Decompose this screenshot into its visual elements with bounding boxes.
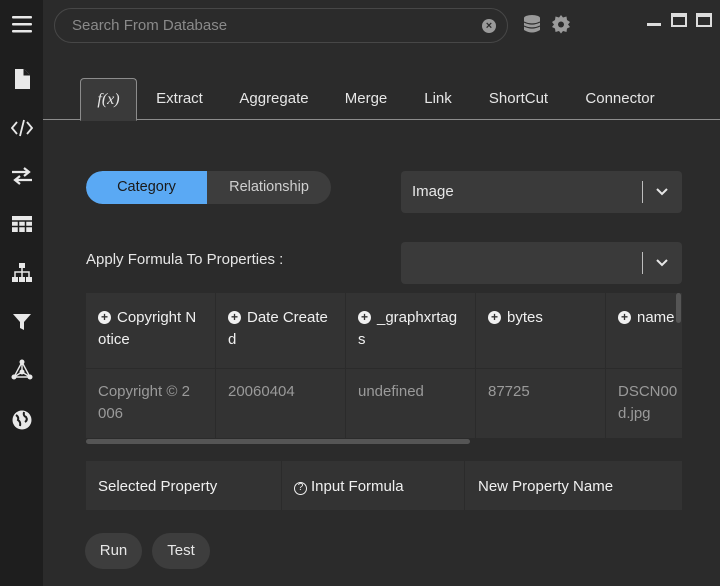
swap-icon[interactable] — [11, 165, 33, 187]
filter-icon[interactable] — [11, 311, 33, 333]
help-icon[interactable]: ? — [294, 482, 307, 495]
column-header[interactable]: + name — [606, 293, 682, 368]
category-relationship-toggle: Category Relationship — [86, 171, 331, 204]
search-input[interactable] — [72, 9, 472, 42]
new-property-name-header: New Property Name — [478, 478, 614, 495]
header-text: Copyright N — [117, 309, 197, 326]
hierarchy-icon[interactable] — [11, 262, 33, 284]
menu-icon[interactable] — [11, 13, 33, 35]
column-header[interactable]: + Copyright N otice — [86, 293, 215, 368]
close-icon[interactable] — [696, 12, 712, 28]
select-divider — [642, 181, 643, 203]
column-divider — [281, 461, 282, 510]
toggle-relationship[interactable]: Relationship — [207, 171, 331, 204]
clear-search-icon[interactable]: × — [482, 19, 496, 33]
tab-extract[interactable]: Extract — [147, 78, 212, 120]
column-divider — [464, 461, 465, 510]
tab-fx[interactable]: f(x) — [80, 78, 137, 121]
header-text: d — [228, 331, 237, 348]
search-bar: × — [54, 8, 508, 43]
gear-icon[interactable] — [551, 14, 571, 34]
tab-shortcut[interactable]: ShortCut — [482, 78, 555, 120]
column-header[interactable]: + bytes — [476, 293, 605, 368]
formula-properties-header: Selected Property ? Input Formula New Pro… — [86, 461, 682, 510]
table-column: + name DSCN00 d.jpg — [606, 293, 682, 438]
column-header[interactable]: + _graphxrtags — [346, 293, 475, 368]
header-text: _graphxrtag — [377, 309, 458, 326]
tab-merge[interactable]: Merge — [338, 78, 394, 120]
table-cell: DSCN00 d.jpg — [606, 369, 682, 438]
add-circle-icon[interactable]: + — [228, 311, 241, 324]
tab-bar: f(x) Extract Aggregate Merge Link ShortC… — [43, 78, 720, 121]
table-cell: undefined — [346, 369, 475, 438]
table-cell: 87725 — [476, 369, 605, 438]
test-button[interactable]: Test — [152, 533, 210, 569]
table-cell: 20060404 — [216, 369, 345, 438]
category-select[interactable]: Image — [401, 171, 682, 213]
sidebar — [0, 0, 43, 586]
chevron-down-icon — [654, 184, 670, 200]
input-formula-header[interactable]: ? Input Formula — [294, 461, 404, 510]
code-icon[interactable] — [11, 117, 33, 139]
header-text: Date Create — [247, 309, 328, 326]
column-header[interactable]: + Date Create d — [216, 293, 345, 368]
tab-aggregate[interactable]: Aggregate — [231, 78, 317, 120]
globe-icon[interactable] — [11, 409, 33, 431]
add-circle-icon[interactable]: + — [358, 311, 371, 324]
toggle-category[interactable]: Category — [86, 171, 207, 204]
table-column: + Date Create d 20060404 — [216, 293, 346, 438]
apply-formula-label: Apply Formula To Properties : — [86, 251, 284, 268]
data-table: + Copyright N otice Copyright © 2 006 + Date… — [86, 293, 682, 445]
vertical-scrollbar[interactable] — [676, 293, 681, 323]
table-icon[interactable] — [11, 213, 33, 235]
header-text: s — [358, 331, 366, 348]
database-icon[interactable] — [522, 14, 542, 34]
add-circle-icon[interactable]: + — [488, 311, 501, 324]
table-column: + Copyright N otice Copyright © 2 006 — [86, 293, 216, 438]
properties-select[interactable] — [401, 242, 682, 284]
header-text: name — [637, 309, 675, 326]
chevron-down-icon — [654, 255, 670, 271]
document-icon[interactable] — [11, 68, 33, 90]
tab-link[interactable]: Link — [416, 78, 460, 120]
header-text: bytes — [507, 309, 543, 326]
table-cell: Copyright © 2 006 — [86, 369, 215, 438]
add-circle-icon[interactable]: + — [618, 311, 631, 324]
tab-connector[interactable]: Connector — [578, 78, 662, 120]
selected-property-header: Selected Property — [98, 478, 218, 495]
category-select-value: Image — [412, 183, 454, 200]
add-circle-icon[interactable]: + — [98, 311, 111, 324]
minimize-icon[interactable] — [646, 12, 662, 28]
select-divider — [642, 252, 643, 274]
restore-icon[interactable] — [671, 12, 687, 28]
table-column: + bytes 87725 — [476, 293, 606, 438]
table-column: + _graphxrtags undefined — [346, 293, 476, 438]
header-text: otice — [98, 331, 130, 348]
run-button[interactable]: Run — [85, 533, 142, 569]
horizontal-scrollbar[interactable] — [86, 439, 470, 444]
network-icon[interactable] — [11, 359, 33, 381]
